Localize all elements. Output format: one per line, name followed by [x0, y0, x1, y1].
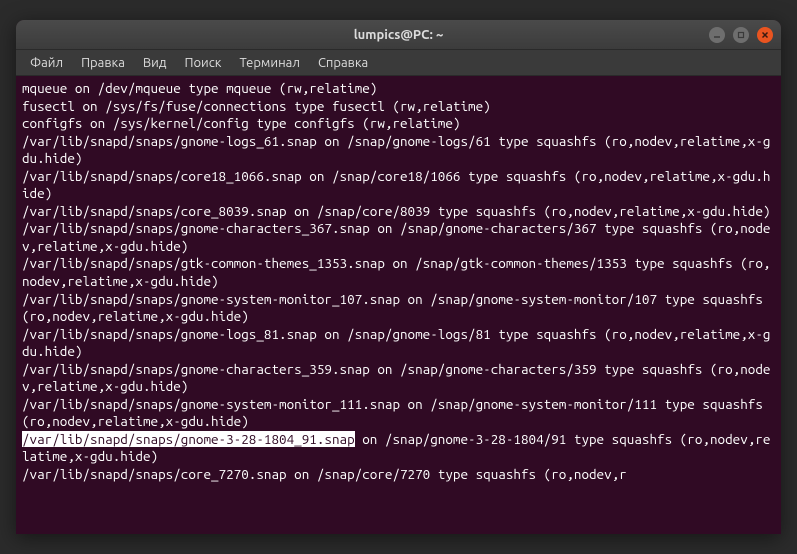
window-controls	[709, 27, 773, 43]
output-line: /var/lib/snapd/snaps/gnome-characters_35…	[22, 361, 770, 395]
terminal-window: lumpics@PC: ~ Файл Правка Вид Поиск Терм…	[16, 20, 781, 534]
output-line: /var/lib/snapd/snaps/gnome-logs_81.snap …	[22, 326, 770, 360]
output-line: /var/lib/snapd/snaps/gnome-logs_61.snap …	[22, 133, 770, 167]
close-button[interactable]	[757, 27, 773, 43]
menu-edit[interactable]: Правка	[73, 53, 133, 73]
menu-file[interactable]: Файл	[22, 53, 71, 73]
output-line: /var/lib/snapd/snaps/core18_1066.snap on…	[22, 168, 770, 202]
minimize-button[interactable]	[709, 27, 725, 43]
maximize-icon	[737, 31, 745, 39]
titlebar: lumpics@PC: ~	[16, 20, 781, 50]
close-icon	[761, 31, 769, 39]
terminal-output[interactable]: mqueue on /dev/mqueue type mqueue (rw,re…	[16, 76, 781, 534]
output-line: /var/lib/snapd/snaps/gnome-characters_36…	[22, 220, 770, 254]
output-line: /var/lib/snapd/snaps/gnome-system-monito…	[22, 291, 770, 325]
maximize-button[interactable]	[733, 27, 749, 43]
output-line: /var/lib/snapd/snaps/core_8039.snap on /…	[22, 203, 770, 219]
output-line: mqueue on /dev/mqueue type mqueue (rw,re…	[22, 80, 377, 96]
output-line: /var/lib/snapd/snaps/core_7270.snap on /…	[22, 466, 627, 482]
output-line: configfs on /sys/kernel/config type conf…	[22, 115, 460, 131]
menubar: Файл Правка Вид Поиск Терминал Справка	[16, 50, 781, 76]
menu-terminal[interactable]: Терминал	[231, 53, 307, 73]
output-highlighted: /var/lib/snapd/snaps/gnome-3-28-1804_91.…	[22, 431, 355, 447]
menu-help[interactable]: Справка	[310, 53, 376, 73]
minimize-icon	[713, 31, 721, 39]
window-title: lumpics@PC: ~	[354, 28, 444, 42]
menu-view[interactable]: Вид	[135, 53, 175, 73]
menu-search[interactable]: Поиск	[176, 53, 229, 73]
output-line: /var/lib/snapd/snaps/gnome-system-monito…	[22, 396, 770, 430]
output-line: /var/lib/snapd/snaps/gtk-common-themes_1…	[22, 255, 770, 289]
output-line: fusectl on /sys/fs/fuse/connections type…	[22, 98, 491, 114]
